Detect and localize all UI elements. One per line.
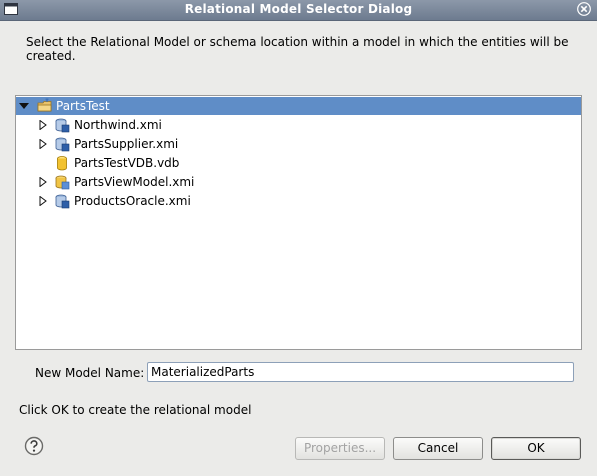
tree-item-northwind[interactable]: Northwind.xmi bbox=[16, 116, 581, 134]
properties-button[interactable]: Properties... bbox=[295, 437, 385, 460]
help-icon[interactable] bbox=[24, 436, 44, 456]
collapsed-arrow-icon[interactable] bbox=[38, 196, 48, 206]
project-folder-icon bbox=[37, 98, 52, 112]
instruction-text: Select the Relational Model or schema lo… bbox=[26, 35, 569, 63]
expanded-arrow-icon[interactable] bbox=[19, 101, 29, 111]
relational-model-icon bbox=[55, 194, 70, 209]
tree-item-partsviewmodel[interactable]: PartsViewModel.xmi bbox=[16, 173, 581, 191]
tree-item-partstest[interactable]: PartsTest bbox=[16, 97, 581, 115]
window-title: Relational Model Selector Dialog bbox=[184, 2, 413, 16]
tree-item-label: PartsTest bbox=[56, 99, 110, 113]
ok-button[interactable]: OK bbox=[491, 437, 581, 460]
tree-item-partstestvdb[interactable]: PartsTestVDB.vdb bbox=[16, 154, 581, 172]
view-model-icon bbox=[55, 175, 70, 190]
collapsed-arrow-icon[interactable] bbox=[38, 139, 48, 149]
tree-item-partssupplier[interactable]: PartsSupplier.xmi bbox=[16, 135, 581, 153]
model-tree[interactable]: PartsTest Northwind.xmi PartsSupplier.xm… bbox=[15, 95, 582, 350]
tree-item-label: PartsViewModel.xmi bbox=[74, 175, 195, 189]
tree-item-label: PartsTestVDB.vdb bbox=[74, 156, 180, 170]
collapsed-arrow-icon[interactable] bbox=[38, 177, 48, 187]
model-name-label: New Model Name: bbox=[35, 366, 145, 380]
tree-item-label: ProductsOracle.xmi bbox=[74, 194, 191, 208]
model-name-input[interactable] bbox=[147, 362, 574, 382]
hint-text: Click OK to create the relational model bbox=[19, 403, 252, 417]
relational-model-icon bbox=[55, 137, 70, 152]
vdb-icon bbox=[57, 156, 67, 171]
title-bar[interactable]: Relational Model Selector Dialog bbox=[0, 0, 597, 21]
relational-model-icon bbox=[55, 118, 70, 133]
tree-item-label: PartsSupplier.xmi bbox=[74, 137, 179, 151]
tree-item-productsoracle[interactable]: ProductsOracle.xmi bbox=[16, 192, 581, 210]
tree-item-label: Northwind.xmi bbox=[74, 118, 162, 132]
collapsed-arrow-icon[interactable] bbox=[38, 120, 48, 130]
close-icon[interactable] bbox=[577, 2, 591, 16]
cancel-button[interactable]: Cancel bbox=[393, 437, 483, 460]
